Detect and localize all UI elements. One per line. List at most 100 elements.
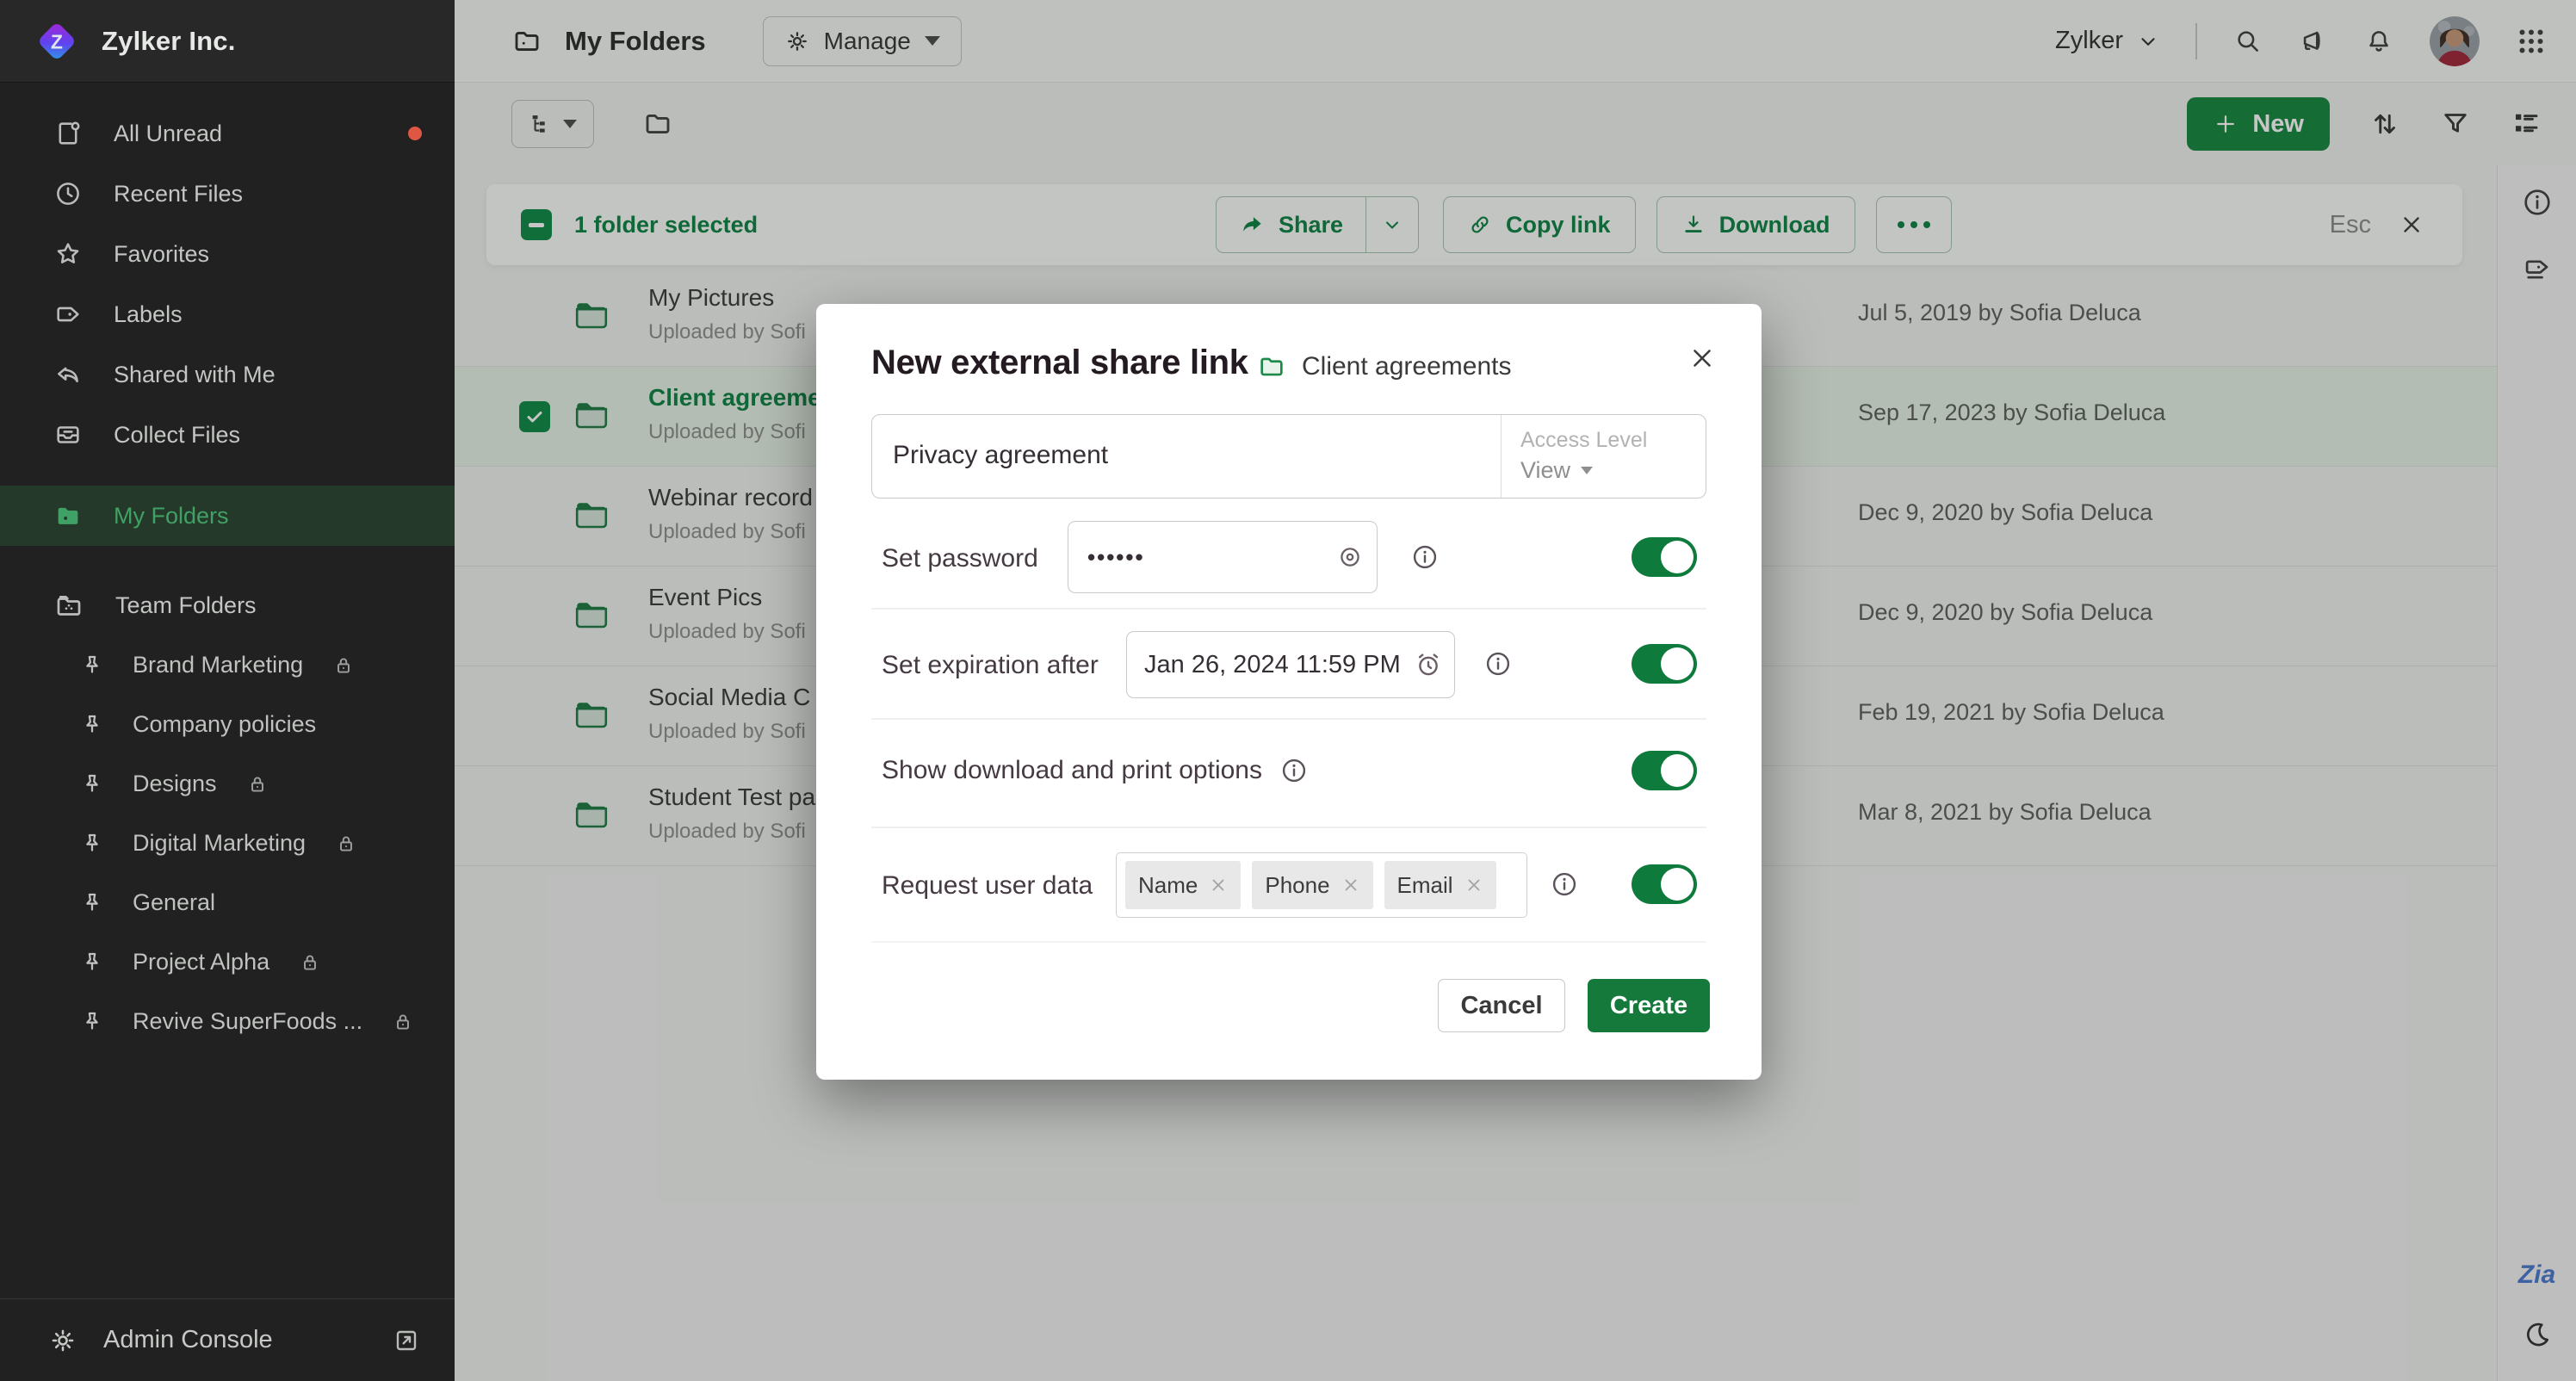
lock-icon — [392, 1011, 414, 1033]
sidebar-item-label: Labels — [114, 300, 183, 327]
team-folder-label: Digital Marketing — [133, 830, 307, 856]
sidebar-item-project-alpha[interactable]: Project Alpha — [0, 932, 455, 992]
sidebar-item-labels[interactable]: Labels — [0, 284, 455, 344]
sidebar-item-revive-superfoods[interactable]: Revive SuperFoods ... — [0, 992, 455, 1051]
lock-icon — [246, 773, 269, 796]
shared-arrow-icon — [53, 360, 83, 389]
chip-phone: Phone — [1252, 861, 1373, 909]
lock-icon — [335, 833, 357, 855]
sidebar-item-label: All Unread — [114, 120, 223, 146]
password-toggle[interactable] — [1632, 537, 1697, 577]
divider — [871, 608, 1706, 610]
modal-context-folder: Client agreements — [1302, 352, 1512, 381]
sidebar: Z Zylker Inc. All Unread Recent Files Fa… — [0, 0, 455, 1381]
access-level-dropdown[interactable]: Access Level View — [1501, 415, 1706, 498]
link-name-input[interactable] — [872, 415, 1466, 496]
set-password-label: Set password — [882, 544, 1038, 573]
new-external-share-link-modal: New external share link Client agreement… — [816, 304, 1762, 1080]
sidebar-item-digital-marketing[interactable]: Digital Marketing — [0, 814, 455, 873]
sidebar-item-recent-files[interactable]: Recent Files — [0, 164, 455, 224]
sidebar-item-favorites[interactable]: Favorites — [0, 224, 455, 284]
sidebar-item-label: Recent Files — [114, 180, 244, 207]
pin-icon — [79, 890, 105, 916]
chip-label: Name — [1138, 871, 1198, 898]
chip-label: Email — [1396, 871, 1453, 898]
zylker-logo-icon: Z — [34, 19, 79, 64]
caret-down-icon — [1581, 467, 1594, 474]
sidebar-item-label: Collect Files — [114, 421, 241, 448]
gear-icon — [48, 1326, 77, 1355]
admin-console-button[interactable]: Admin Console — [0, 1298, 455, 1381]
sidebar-item-brand-marketing[interactable]: Brand Marketing — [0, 635, 455, 695]
sidebar-item-my-folders[interactable]: My Folders — [0, 486, 455, 546]
pin-icon — [79, 1009, 105, 1035]
download-print-label: Show download and print options — [882, 756, 1262, 784]
sidebar-item-label: Favorites — [114, 240, 210, 267]
password-info-icon[interactable] — [1410, 542, 1440, 572]
collect-inbox-icon — [53, 420, 83, 449]
show-password-icon[interactable] — [1336, 543, 1364, 571]
tag-icon — [53, 300, 83, 329]
expiration-toggle[interactable] — [1632, 644, 1697, 684]
folder-icon — [53, 501, 83, 530]
star-icon — [53, 239, 83, 269]
pin-icon — [79, 712, 105, 738]
team-folder-icon — [53, 590, 84, 621]
password-input[interactable] — [1068, 521, 1378, 593]
company-name: Zylker Inc. — [102, 25, 236, 56]
sidebar-item-label: My Folders — [114, 502, 229, 529]
divider — [871, 718, 1706, 720]
clock-icon — [53, 179, 83, 208]
remove-chip-icon[interactable] — [1464, 876, 1483, 895]
expiration-input[interactable] — [1126, 631, 1455, 698]
sidebar-item-company-policies[interactable]: Company policies — [0, 695, 455, 754]
link-name-field: Access Level View — [871, 414, 1706, 499]
unread-doc-icon — [53, 119, 83, 148]
expiration-info-icon[interactable] — [1483, 649, 1513, 678]
alarm-clock-icon[interactable] — [1414, 650, 1443, 679]
modal-close-icon[interactable] — [1687, 344, 1717, 373]
request-user-data-toggle[interactable] — [1632, 864, 1697, 904]
team-folder-label: Brand Marketing — [133, 652, 304, 678]
team-folder-label: Project Alpha — [133, 949, 270, 975]
pin-icon — [79, 950, 105, 975]
sidebar-item-shared-with-me[interactable]: Shared with Me — [0, 344, 455, 405]
folder-icon — [1257, 352, 1286, 381]
create-button[interactable]: Create — [1588, 979, 1710, 1032]
svg-text:Z: Z — [51, 30, 63, 53]
divider — [871, 941, 1706, 943]
sidebar-item-label: Team Folders — [115, 591, 257, 618]
pin-icon — [79, 831, 105, 857]
team-folder-label: Company policies — [133, 711, 317, 737]
team-folder-label: Revive SuperFoods ... — [133, 1008, 363, 1034]
team-folder-label: Designs — [133, 771, 217, 796]
expiration-field — [1126, 631, 1455, 698]
sidebar-item-team-folders[interactable]: Team Folders — [0, 575, 455, 635]
unread-badge — [408, 127, 422, 140]
access-level-label: Access Level — [1520, 428, 1648, 452]
sidebar-item-general[interactable]: General — [0, 873, 455, 932]
app-root: Z Zylker Inc. All Unread Recent Files Fa… — [0, 0, 2576, 1381]
sidebar-item-collect-files[interactable]: Collect Files — [0, 405, 455, 465]
request-user-data-info-icon[interactable] — [1550, 870, 1579, 899]
team-folder-label: General — [133, 889, 216, 915]
access-level-value: View — [1520, 457, 1571, 483]
set-expiration-label: Set expiration after — [882, 651, 1099, 679]
cancel-button[interactable]: Cancel — [1438, 979, 1565, 1032]
brand: Z Zylker Inc. — [0, 0, 455, 83]
pin-icon — [79, 653, 105, 678]
chip-name: Name — [1125, 861, 1242, 909]
remove-chip-icon[interactable] — [1341, 876, 1360, 895]
divider — [871, 827, 1706, 828]
remove-chip-icon[interactable] — [1209, 876, 1228, 895]
password-field — [1068, 521, 1378, 593]
sidebar-item-all-unread[interactable]: All Unread — [0, 103, 455, 164]
external-link-icon — [393, 1327, 420, 1354]
request-user-data-chips: Name Phone Email — [1116, 852, 1527, 918]
admin-console-label: Admin Console — [103, 1326, 273, 1353]
sidebar-item-designs[interactable]: Designs — [0, 754, 455, 814]
chip-email: Email — [1384, 861, 1496, 909]
download-print-info-icon[interactable] — [1279, 756, 1309, 785]
download-print-toggle[interactable] — [1632, 751, 1697, 790]
pin-icon — [79, 771, 105, 797]
